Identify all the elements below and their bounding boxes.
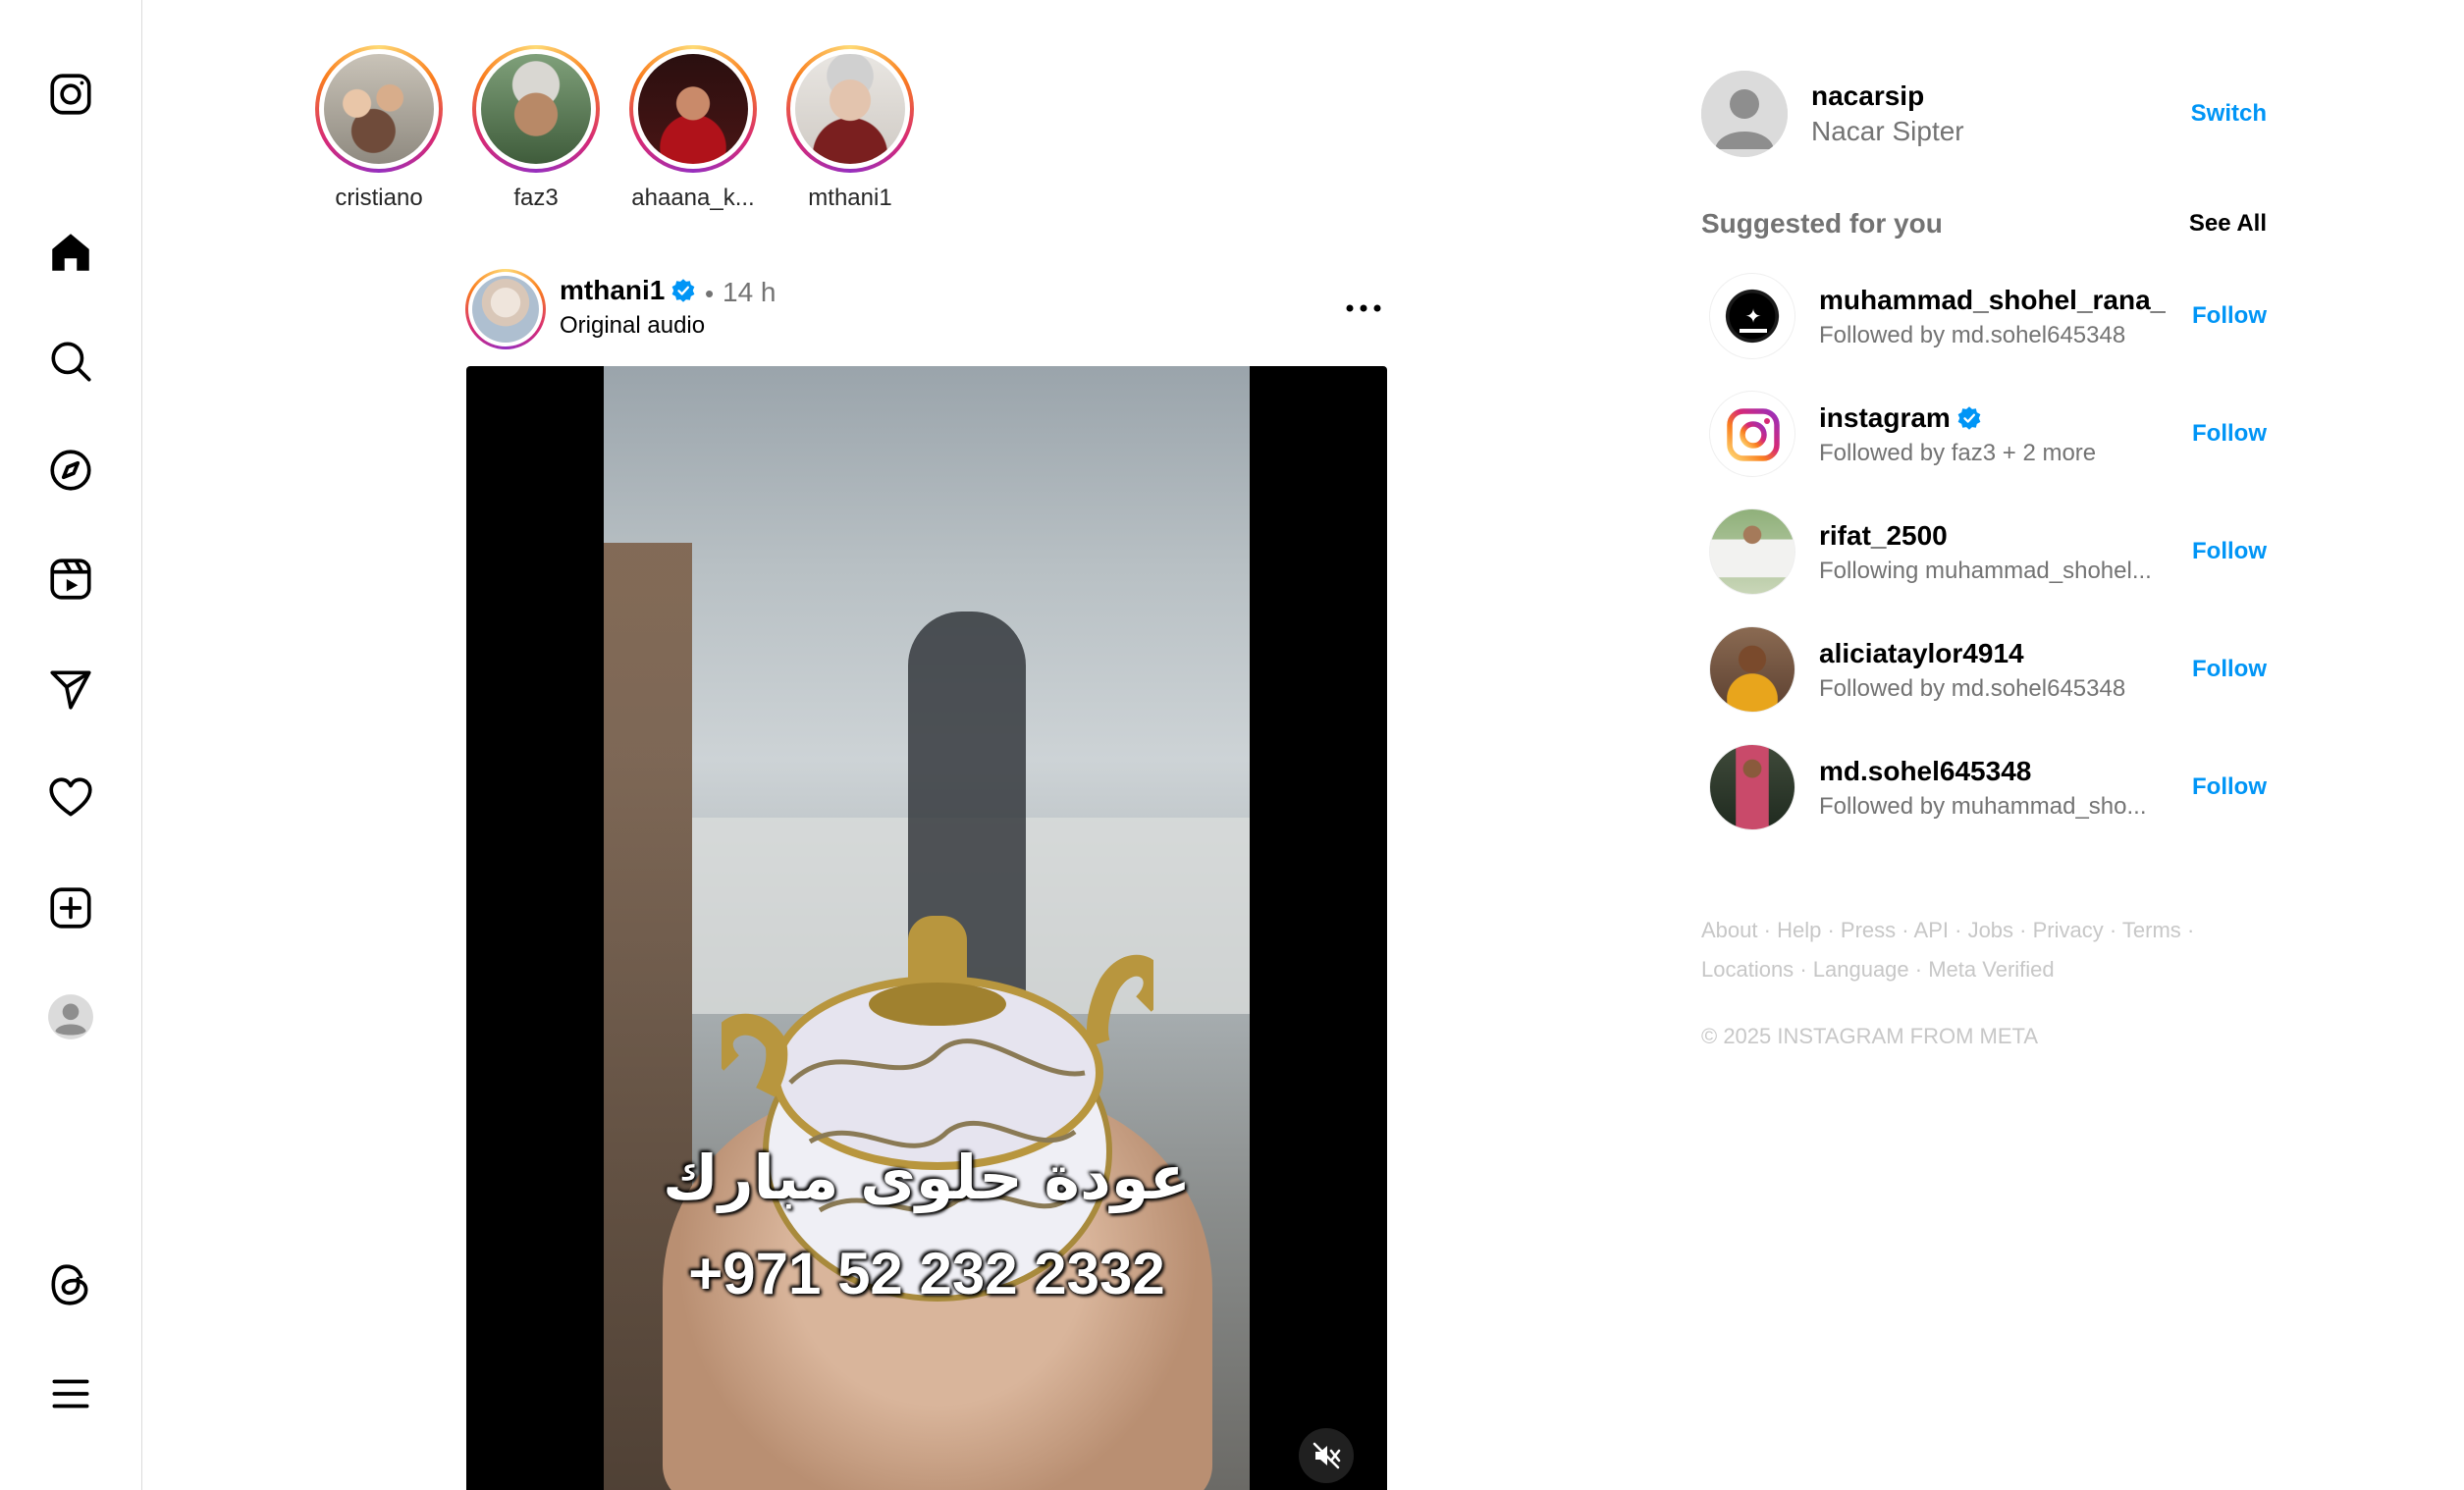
story-item[interactable]: cristiano (300, 45, 457, 212)
suggestion-username[interactable]: instagram (1819, 402, 1951, 433)
suggestion-avatar[interactable] (1709, 391, 1795, 477)
post-header: mthani1 • 14 h Original audio (465, 269, 1388, 349)
post-author-username[interactable]: mthani1 (560, 275, 665, 305)
post-author-avatar[interactable] (465, 269, 546, 349)
current-account-fullname: Nacar Sipter (1811, 116, 1964, 146)
story-avatar (638, 54, 748, 164)
story-avatar (795, 54, 905, 164)
footer-link-meta-verified[interactable]: Meta Verified (1928, 957, 2054, 982)
follow-button[interactable]: Follow (2192, 302, 2267, 330)
see-all-link[interactable]: See All (2189, 210, 2267, 238)
suggestion-subtitle: Followed by muhammad_sho... (1819, 793, 2147, 820)
footer-link-privacy[interactable]: Privacy (2033, 918, 2104, 942)
instagram-logo-icon (1727, 408, 1780, 461)
video-frame: عودة حلوى مبارك +971 52 232 2332 (604, 366, 1250, 1490)
footer-link-jobs[interactable]: Jobs (1968, 918, 2013, 942)
footer-link-help[interactable]: Help (1777, 918, 1821, 942)
suggestion-item: ✦ muhammad_shohel_rana_ Followed by md.s… (1709, 273, 2267, 361)
follow-button[interactable]: Follow (2192, 420, 2267, 448)
suggestion-avatar[interactable] (1709, 626, 1795, 713)
story-ring (786, 45, 914, 173)
suggestion-username[interactable]: rifat_2500 (1819, 520, 1948, 552)
home-icon[interactable] (39, 221, 102, 284)
threads-icon[interactable] (39, 1253, 102, 1316)
story-username: cristiano (335, 185, 423, 211)
suggestion-item: instagram Followed by faz3 + 2 more Foll… (1709, 391, 2267, 479)
suggestions-header: Suggested for you See All (1701, 208, 2267, 241)
verified-badge-icon (1957, 406, 1981, 430)
story-username: mthani1 (808, 185, 892, 211)
story-item[interactable]: ahaana_k... (615, 45, 772, 212)
suggestion-subtitle: Followed by md.sohel645348 (1819, 322, 2126, 348)
post-audio-link[interactable]: Original audio (560, 312, 705, 340)
suggestion-item: rifat_2500 Following muhammad_shohel... … (1709, 508, 2267, 597)
story-avatar (481, 54, 591, 164)
switch-account-button[interactable]: Switch (2191, 100, 2267, 128)
post-timestamp: 14 h (723, 277, 777, 307)
heart-icon[interactable] (39, 767, 102, 829)
suggestion-username[interactable]: muhammad_shohel_rana_ (1819, 285, 2166, 316)
left-nav-rail (0, 0, 142, 1490)
story-username: ahaana_k... (631, 185, 755, 211)
current-account: nacarsip Nacar Sipter Switch (1701, 71, 2267, 157)
current-account-username[interactable]: nacarsip (1811, 80, 1924, 112)
footer-links: About · Help · Press · API · Jobs · Priv… (1701, 918, 2195, 982)
suggestion-item: aliciataylor4914 Followed by md.sohel645… (1709, 626, 2267, 715)
suggestion-avatar[interactable] (1709, 744, 1795, 830)
story-ring (315, 45, 443, 173)
more-options-icon[interactable] (1339, 293, 1388, 324)
story-ring (629, 45, 757, 173)
suggestion-avatar[interactable] (1709, 508, 1795, 595)
footer-link-terms[interactable]: Terms (2122, 918, 2181, 942)
suggestion-subtitle: Followed by faz3 + 2 more (1819, 440, 2097, 466)
compass-icon[interactable] (39, 439, 102, 502)
story-ring (472, 45, 600, 173)
post-author-username-wrap: mthani1 (560, 275, 696, 306)
story-avatar (324, 54, 434, 164)
post-separator: • (705, 279, 715, 308)
suggestion-avatar[interactable]: ✦ (1709, 273, 1795, 359)
story-item[interactable]: faz3 (457, 45, 615, 212)
current-account-avatar[interactable] (1701, 71, 1788, 157)
story-username: faz3 (513, 185, 559, 211)
verified-badge-icon (671, 279, 695, 302)
footer-link-locations[interactable]: Locations (1701, 957, 1794, 982)
suggestion-subtitle: Following muhammad_shohel... (1819, 558, 2152, 584)
post-video[interactable]: عودة حلوى مبارك +971 52 232 2332 (466, 366, 1387, 1490)
suggestion-username-wrap: instagram (1819, 402, 1982, 434)
footer-link-language[interactable]: Language (1813, 957, 1909, 982)
svg-text:✦: ✦ (1745, 304, 1762, 328)
footer-link-press[interactable]: Press (1841, 918, 1896, 942)
plus-square-icon[interactable] (39, 877, 102, 939)
follow-button[interactable]: Follow (2192, 538, 2267, 565)
follow-button[interactable]: Follow (2192, 773, 2267, 801)
suggestions-title: Suggested for you (1701, 208, 1943, 239)
story-item[interactable]: mthani1 (772, 45, 929, 212)
video-overlay-arabic-text: عودة حلوى مبارك (663, 1142, 1191, 1213)
suggestion-username[interactable]: aliciataylor4914 (1819, 638, 2024, 669)
suggestion-item: md.sohel645348 Followed by muhammad_sho.… (1709, 744, 2267, 832)
suggestion-subtitle: Followed by md.sohel645348 (1819, 675, 2126, 702)
menu-icon[interactable] (39, 1362, 102, 1425)
avatar-icon[interactable] (39, 985, 102, 1048)
footer-link-api[interactable]: API (1914, 918, 1949, 942)
muted-speaker-icon[interactable] (1299, 1428, 1354, 1483)
suggestion-username[interactable]: md.sohel645348 (1819, 756, 2031, 787)
follow-button[interactable]: Follow (2192, 656, 2267, 683)
instagram-logo-icon[interactable] (39, 63, 102, 126)
paper-plane-icon[interactable] (39, 658, 102, 720)
video-overlay-phone-text: +971 52 232 2332 (688, 1241, 1165, 1306)
copyright-text: © 2025 INSTAGRAM FROM META (1701, 1024, 2038, 1048)
search-icon[interactable] (39, 330, 102, 393)
reels-icon[interactable] (39, 548, 102, 611)
footer-link-about[interactable]: About (1701, 918, 1758, 942)
